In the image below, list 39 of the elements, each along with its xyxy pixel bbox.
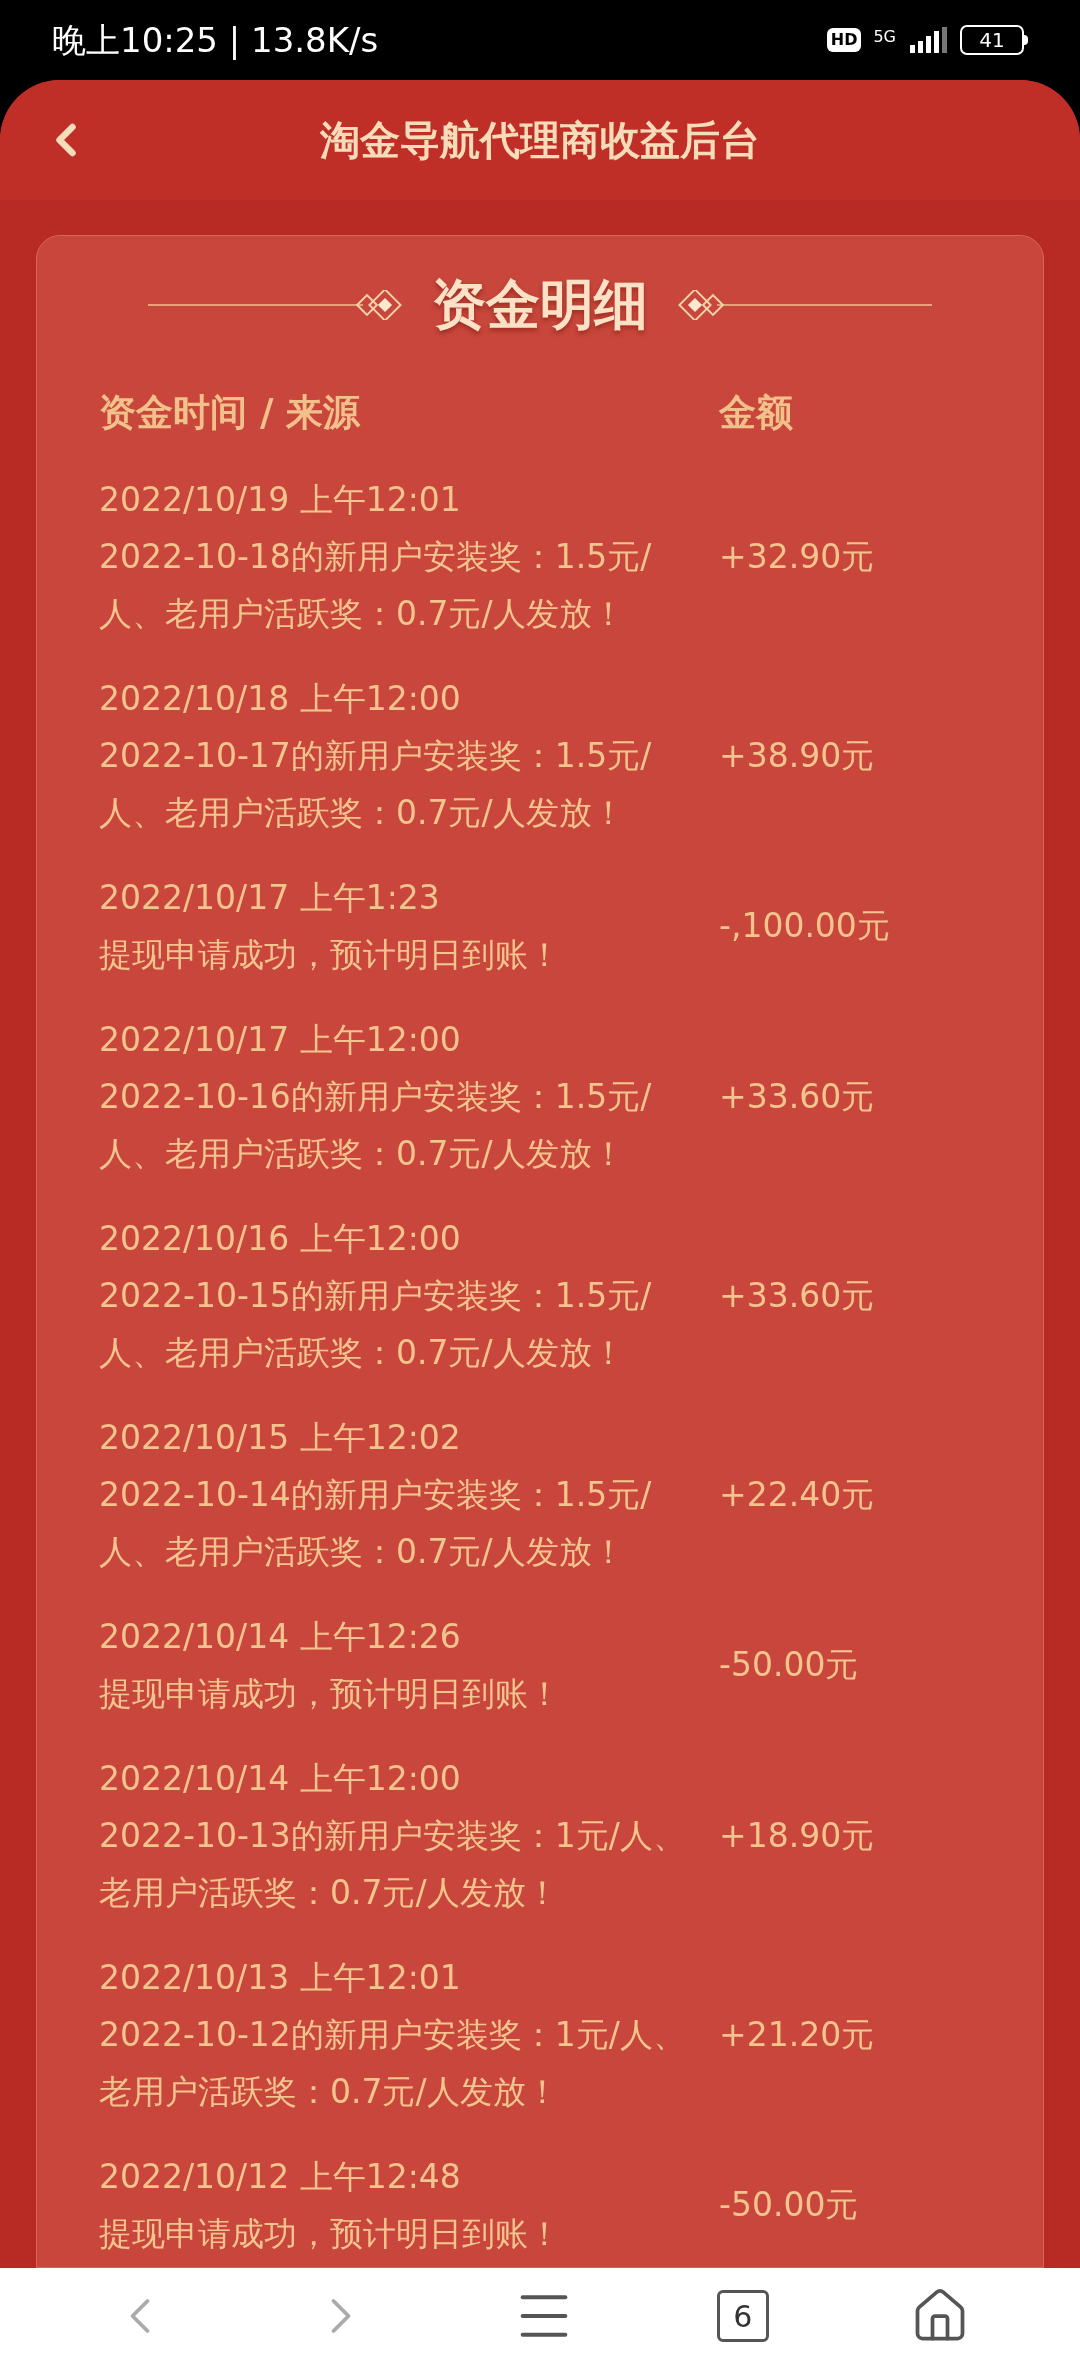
column-header: 资金时间 / 来源 — [99, 390, 362, 436]
column-header: 金额 — [719, 390, 793, 436]
entry-time: 2022/10/19 上午12:01 — [99, 478, 462, 521]
entry-amount: -,100.00元 — [719, 905, 890, 947]
entry-time: 2022/10/14 上午12:00 — [99, 1757, 462, 1800]
entry-time: 2022/10/17 上午12:00 — [99, 1018, 462, 1061]
tabs-button[interactable]: 6 — [716, 2290, 769, 2342]
entry-description: 2022-10-15的新用户安装奖：1.5元/人、老用户活跃奖：0.7元/人发放！ — [99, 1274, 653, 1374]
entry-time: 2022/10/15 上午12:02 — [99, 1416, 462, 1459]
entry-amount: +38.90元 — [719, 734, 875, 777]
hd-badge: HD — [826, 28, 862, 52]
entry-description: 提现申请成功，预计明日到账！ — [99, 1672, 562, 1715]
entry-time: 2022/10/13 上午12:01 — [99, 1956, 462, 1999]
signal-icon — [908, 27, 948, 53]
entry-amount: +22.40元 — [719, 1473, 875, 1516]
entry-description: 提现申请成功，预计明日到账！ — [99, 2212, 562, 2255]
section-title: 资金明细 — [432, 272, 648, 338]
entry-amount: +21.20元 — [719, 2013, 875, 2056]
entry-description: 2022-10-17的新用户安装奖：1.5元/人、老用户活跃奖：0.7元/人发放！ — [99, 734, 653, 834]
entry-time: 2022/10/18 上午12:00 — [99, 677, 462, 720]
entry-description: 2022-10-16的新用户安装奖：1.5元/人、老用户活跃奖：0.7元/人发放！ — [99, 1075, 653, 1175]
entry-description: 提现申请成功，预计明日到账！ — [99, 933, 562, 976]
entry-description: 2022-10-18的新用户安装奖：1.5元/人、老用户活跃奖：0.7元/人发放！ — [99, 535, 653, 635]
entry-amount: +33.60元 — [719, 1274, 875, 1317]
entry-amount: +33.60元 — [719, 1075, 875, 1118]
entry-description: 2022-10-12的新用户安装奖：1元/人、老用户活跃奖：0.7元/人发放！ — [99, 2013, 687, 2113]
entry-amount: +32.90元 — [719, 535, 875, 578]
entry-time: 2022/10/17 上午1:23 — [99, 876, 441, 919]
entry-description: 2022-10-13的新用户安装奖：1元/人、老用户活跃奖：0.7元/人发放！ — [99, 1814, 687, 1914]
entry-description: 2022-10-14的新用户安装奖：1.5元/人、老用户活跃奖：0.7元/人发放！ — [99, 1473, 653, 1573]
entry-amount: -50.00元 — [719, 2184, 859, 2226]
page-title: 淘金导航代理商收益后台 — [320, 116, 760, 165]
entry-amount: +18.90元 — [719, 1814, 875, 1857]
network-type: 5G — [873, 29, 896, 45]
entry-time: 2022/10/16 上午12:00 — [99, 1217, 462, 1260]
entry-time: 2022/10/12 上午12:48 — [99, 2155, 462, 2198]
entry-amount: -50.00元 — [719, 1644, 859, 1686]
entry-time: 2022/10/14 上午12:26 — [99, 1615, 462, 1658]
status-time: 晚上10:25 | 13.8K/s — [52, 18, 379, 62]
